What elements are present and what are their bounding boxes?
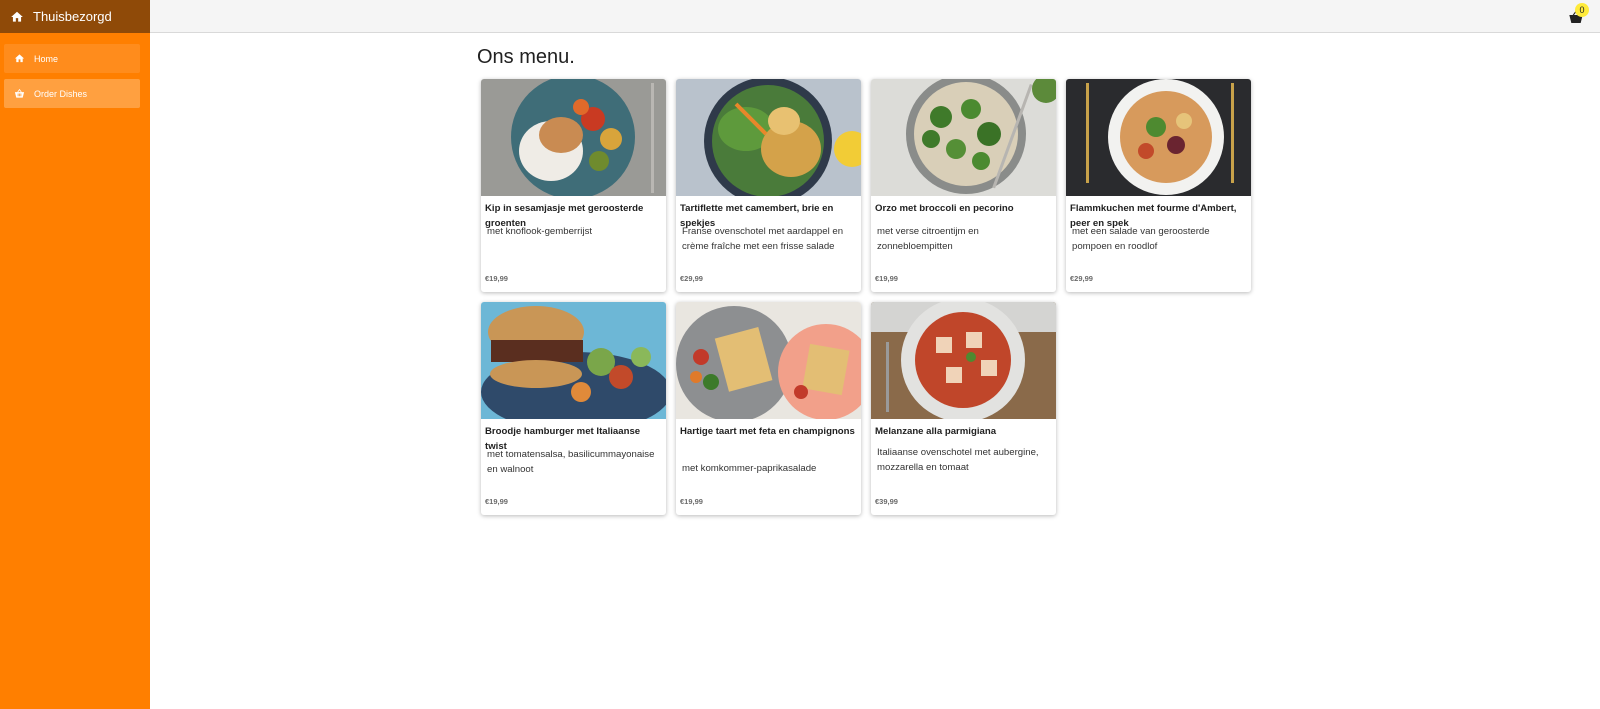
dish-description: met komkommer-paprikasalade bbox=[682, 463, 817, 474]
dish-image bbox=[481, 79, 666, 196]
sidebar-item-label: Order Dishes bbox=[34, 88, 88, 99]
dish-name: Hartige taart met feta en champignons bbox=[680, 426, 855, 437]
dish-card[interactable]: Broodje hamburger met Italiaanse twist m… bbox=[481, 302, 666, 515]
dish-image bbox=[871, 79, 1056, 196]
dish-card[interactable]: Tartiflette met camembert, brie en spekj… bbox=[676, 79, 861, 292]
dish-price: €19,99 bbox=[485, 274, 508, 283]
dish-price: €29,99 bbox=[1070, 274, 1093, 283]
sidebar-item-label: Home bbox=[34, 53, 59, 64]
dish-card[interactable]: Orzo met broccoli en pecorino met verse … bbox=[871, 79, 1056, 292]
dish-card[interactable]: Hartige taart met feta en champignons me… bbox=[676, 302, 861, 515]
cart-count-badge: 0 bbox=[1575, 3, 1589, 17]
app-title: Thuisbezorgd bbox=[33, 9, 112, 24]
dish-description: met verse citroentijm en zonnebloempitte… bbox=[877, 226, 979, 252]
dish-name: Melanzane alla parmigiana bbox=[875, 426, 997, 437]
dish-description: Italiaanse ovenschotel met aubergine, mo… bbox=[877, 447, 1039, 473]
dish-description: met tomatensalsa, basilicummayonaise en … bbox=[487, 449, 655, 475]
dish-image bbox=[1066, 79, 1251, 196]
home-icon bbox=[10, 10, 24, 24]
sidebar: Thuisbezorgd Home Order Dishes bbox=[0, 0, 150, 709]
page-title: Ons menu. bbox=[477, 46, 575, 68]
dish-name: Orzo met broccoli en pecorino bbox=[875, 203, 1014, 214]
dish-price: €39,99 bbox=[875, 497, 898, 506]
dish-image bbox=[676, 79, 861, 196]
cart-button[interactable]: 0 bbox=[1568, 3, 1589, 25]
dish-description: Franse ovenschotel met aardappel en crèm… bbox=[682, 226, 844, 252]
dish-image bbox=[871, 302, 1056, 419]
dish-price: €29,99 bbox=[680, 274, 703, 283]
home-icon bbox=[14, 53, 25, 64]
dish-description: met een salade van geroosterde pompoen e… bbox=[1072, 226, 1210, 252]
dish-card[interactable]: Melanzane alla parmigiana Italiaanse ove… bbox=[871, 302, 1056, 515]
top-app-bar: 0 bbox=[150, 0, 1600, 33]
sidebar-item-order-dishes[interactable]: Order Dishes bbox=[4, 79, 140, 108]
dish-price: €19,99 bbox=[485, 497, 508, 506]
dish-image bbox=[481, 302, 666, 419]
dish-price: €19,99 bbox=[875, 274, 898, 283]
dish-description: met knoflook-gemberrijst bbox=[487, 226, 593, 237]
dish-image bbox=[676, 302, 861, 419]
dish-price: €19,99 bbox=[680, 497, 703, 506]
app-brand[interactable]: Thuisbezorgd bbox=[0, 0, 150, 33]
dish-card[interactable]: Kip in sesamjasje met geroosterde groent… bbox=[481, 79, 666, 292]
sidebar-item-home[interactable]: Home bbox=[4, 44, 140, 73]
basket-icon bbox=[14, 88, 25, 99]
dish-card[interactable]: Flammkuchen met fourme d'Ambert, peer en… bbox=[1066, 79, 1251, 292]
